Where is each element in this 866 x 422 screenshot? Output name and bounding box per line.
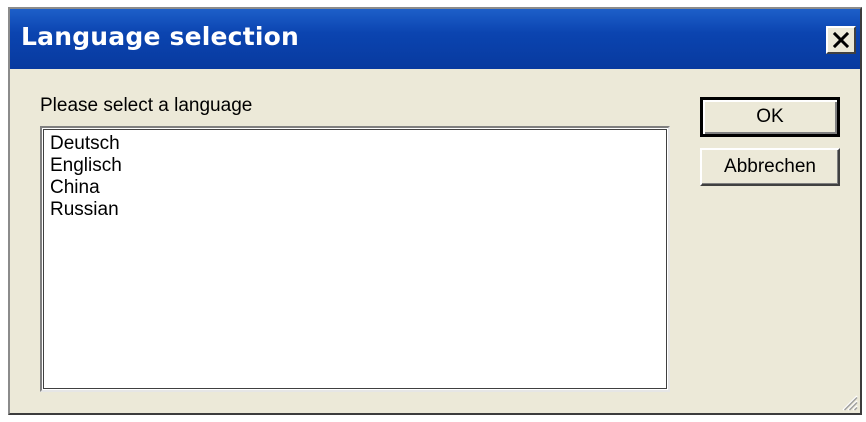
title-bar[interactable]: Language selection: [10, 9, 860, 69]
language-selection-dialog: Language selection Please select a langu…: [8, 7, 862, 415]
language-listbox[interactable]: Deutsch Englisch China Russian: [40, 126, 670, 392]
list-item[interactable]: Deutsch: [50, 133, 668, 155]
cancel-button[interactable]: Abbrechen: [700, 148, 840, 186]
prompt-label: Please select a language: [40, 95, 253, 116]
close-icon: [833, 32, 849, 48]
window-title: Language selection: [21, 22, 299, 51]
close-button[interactable]: [826, 26, 856, 54]
ok-button[interactable]: OK: [700, 97, 840, 137]
list-item[interactable]: Russian: [50, 199, 668, 221]
resize-grip-icon[interactable]: [838, 391, 858, 411]
list-item[interactable]: Englisch: [50, 155, 668, 177]
list-item[interactable]: China: [50, 177, 668, 199]
